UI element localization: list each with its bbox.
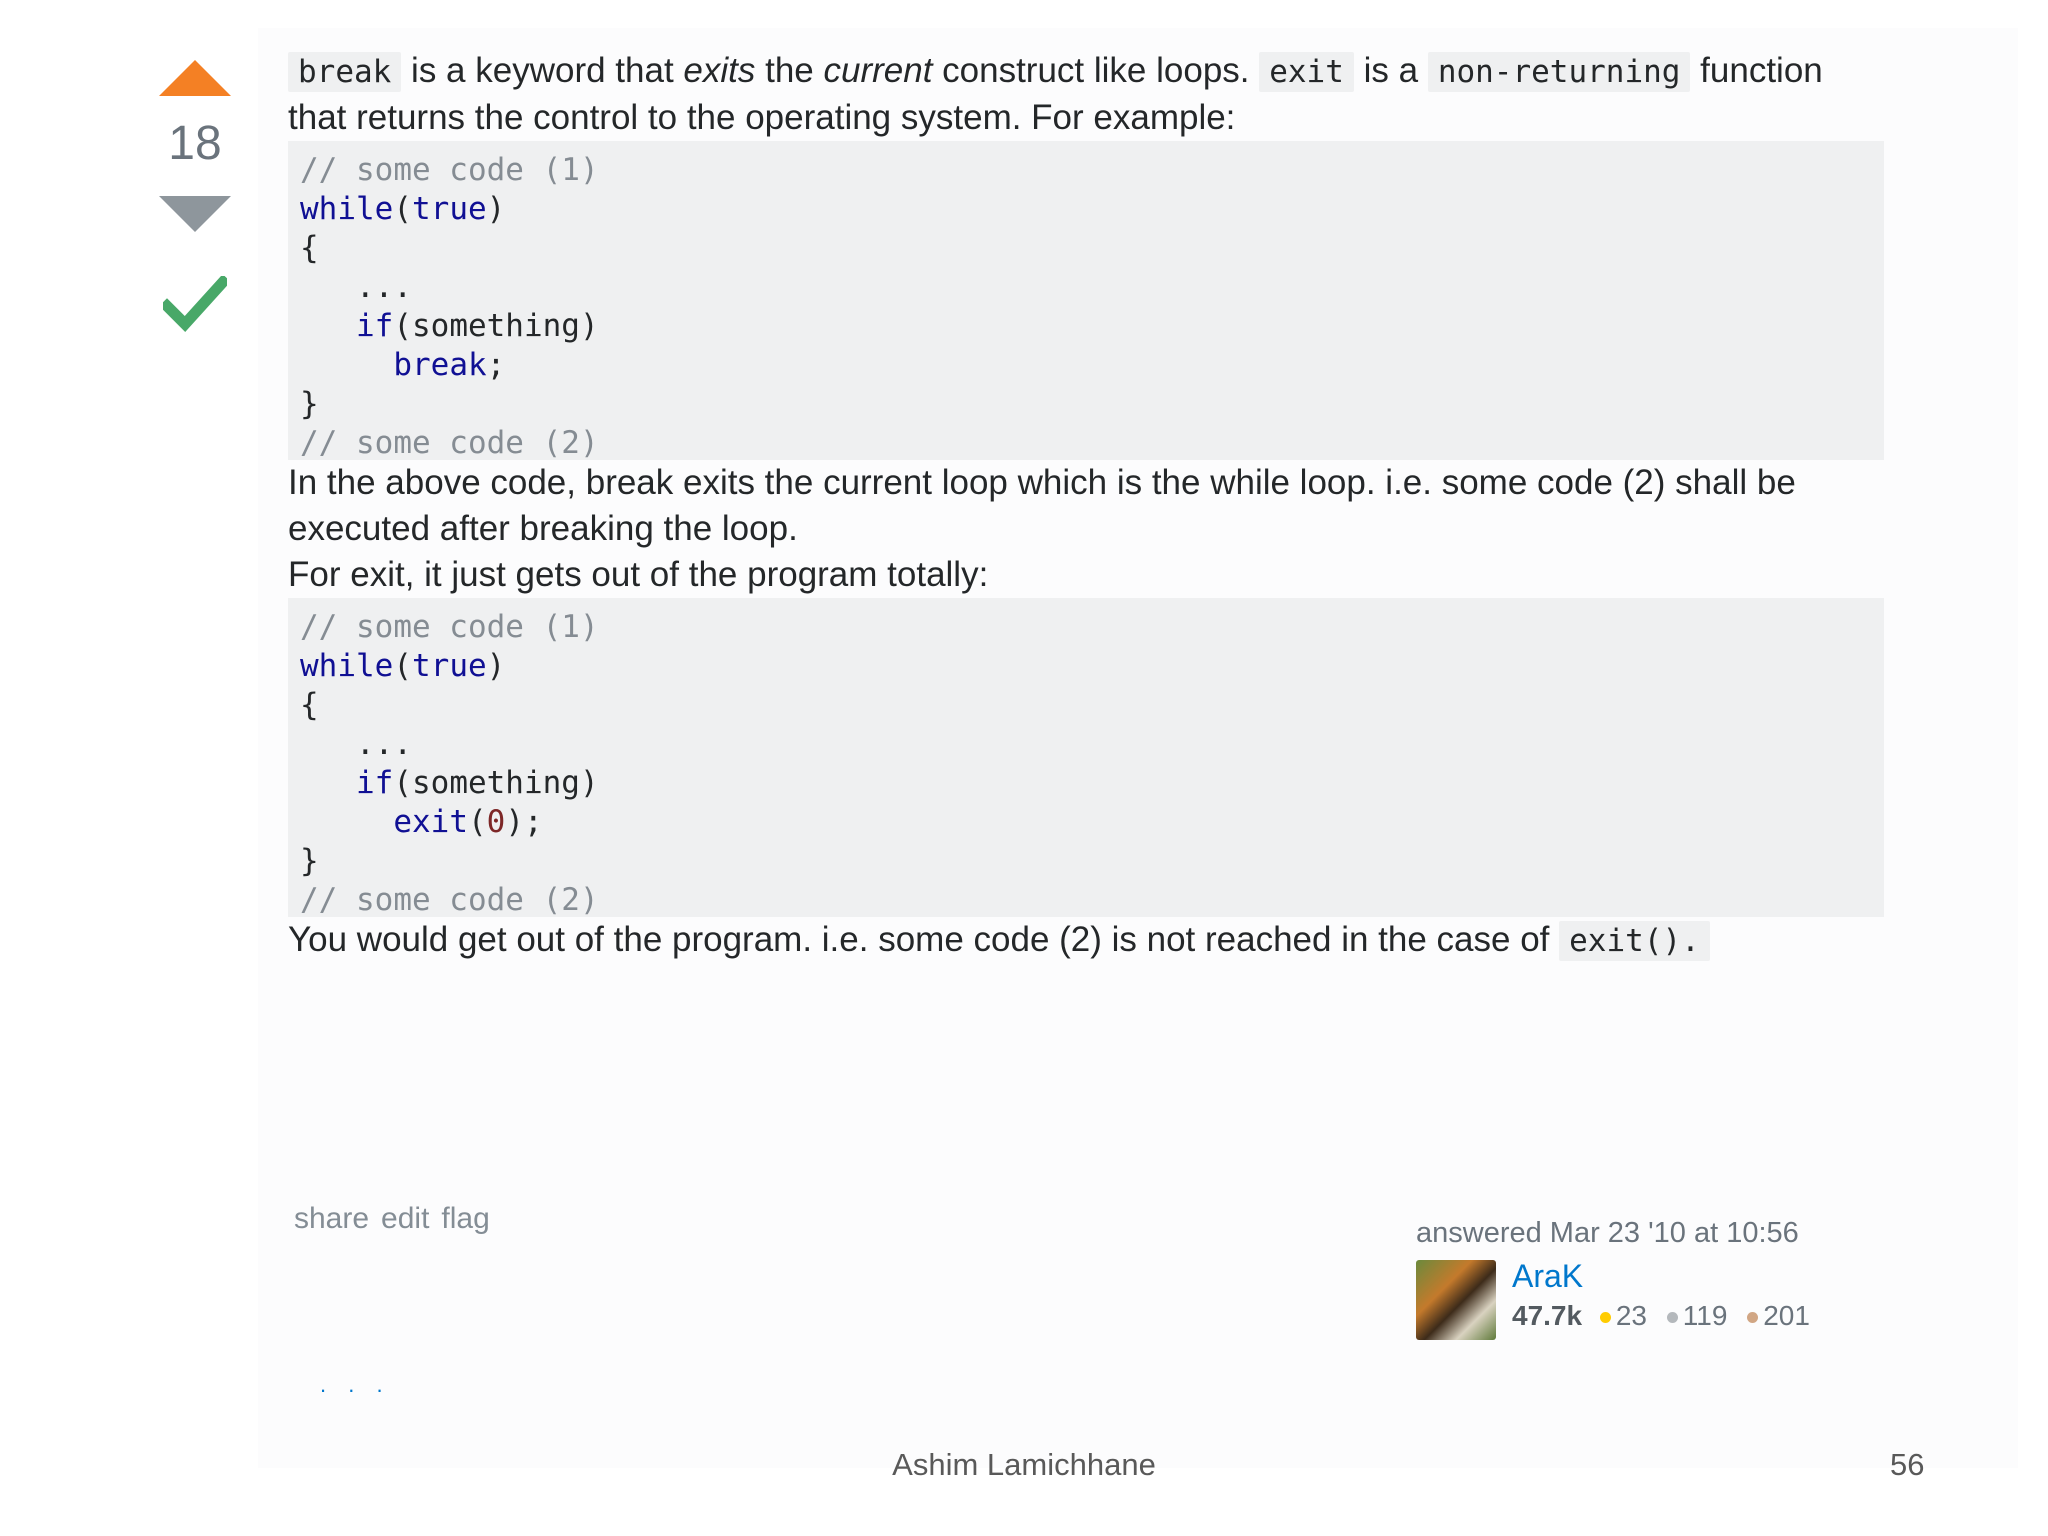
paragraph-intro: break is a keyword that exits the curren… [288,48,1884,141]
text: is a keyword that [401,51,684,90]
code-keyword: if [356,765,394,801]
slide-page-number: 56 [1890,1447,1925,1482]
code-keyword: break [393,347,487,383]
code-number: 0 [486,804,506,840]
inline-code-break: break [288,52,402,92]
code-keyword: if [356,308,394,344]
code-comment: // some code (1) [300,152,599,188]
code-text: ... [300,726,412,762]
code-block-break: // some code (1) while(true) { ... if(so… [288,141,1884,461]
cropped-link-fragment: . . . [320,1372,391,1397]
code-text: ; [486,347,506,383]
edit-link[interactable]: edit [381,1202,429,1235]
vote-column: 18 [155,60,235,332]
inline-code-exit-call: exit(). [1559,921,1710,961]
code-text: ); [505,804,543,840]
bronze-badge-count: 201 [1763,1300,1810,1331]
user-signature: answered Mar 23 '10 at 10:56 AraK 47.7k … [1416,1214,1836,1344]
inline-code-non-returning: non-returning [1427,52,1691,92]
code-comment: // some code (2) [300,425,599,461]
code-text: (something) [393,308,599,344]
code-keyword: while [300,191,394,227]
code-text: } [300,386,319,422]
text: construct like loops. [932,51,1260,90]
reputation-score: 47.7k [1512,1300,1583,1331]
code-comment: // some code (1) [300,609,599,645]
code-comment: // some code (2) [300,882,599,918]
code-keyword: while [300,648,394,684]
user-name-link[interactable]: AraK [1512,1258,1583,1295]
text: You would get out of the program. i.e. s… [288,920,1560,959]
checkmark-icon [163,276,227,332]
code-text: } [300,843,319,879]
code-text: (something) [393,765,599,801]
code-text: ( [467,804,487,840]
share-link[interactable]: share [294,1202,369,1235]
text: the [755,51,824,90]
silver-badge-count: 119 [1682,1300,1728,1331]
flag-link[interactable]: flag [441,1202,489,1235]
code-text: { [300,687,319,723]
code-text: ( [393,191,412,227]
avatar[interactable] [1416,1260,1496,1340]
code-keyword: true [412,191,487,227]
gold-badges: 23 [1599,1300,1648,1332]
user-stats: 47.7k 23 119 201 [1512,1300,1822,1332]
paragraph-conclusion: You would get out of the program. i.e. s… [288,917,1884,964]
upvote-arrow-icon[interactable] [159,60,231,96]
bronze-badges: 201 [1747,1300,1810,1332]
bronze-badge-icon [1747,1312,1759,1324]
code-keyword: exit [393,804,468,840]
code-text: ) [486,648,506,684]
answer-body: break is a keyword that exits the curren… [288,48,1884,964]
gold-badge-icon [1599,1312,1611,1324]
text: is a [1353,51,1428,90]
paragraph-break-explanation: In the above code, break exits the curre… [288,463,1796,548]
answered-timestamp: answered Mar 23 '10 at 10:56 [1416,1217,1799,1249]
paragraph-exit-intro: For exit, it just gets out of the progra… [288,555,989,594]
user-card: AraK 47.7k 23 119 201 [1416,1258,1836,1344]
silver-badge-icon [1666,1312,1678,1324]
downvote-arrow-icon[interactable] [159,196,231,232]
gold-badge-count: 23 [1615,1300,1648,1331]
emphasis: current [823,51,933,90]
emphasis: exits [683,51,756,90]
inline-code-exit: exit [1259,52,1354,92]
code-text: ... [300,269,412,305]
code-text: ) [486,191,506,227]
vote-count: 18 [168,117,222,170]
code-text: { [300,230,319,266]
code-text: ( [393,648,412,684]
silver-badges: 119 [1666,1300,1728,1332]
code-block-exit: // some code (1) while(true) { ... if(so… [288,598,1884,918]
slide-footer-author: Ashim Lamichhane [892,1447,1156,1482]
code-keyword: true [412,648,487,684]
post-menu: share edit flag [294,1202,502,1236]
